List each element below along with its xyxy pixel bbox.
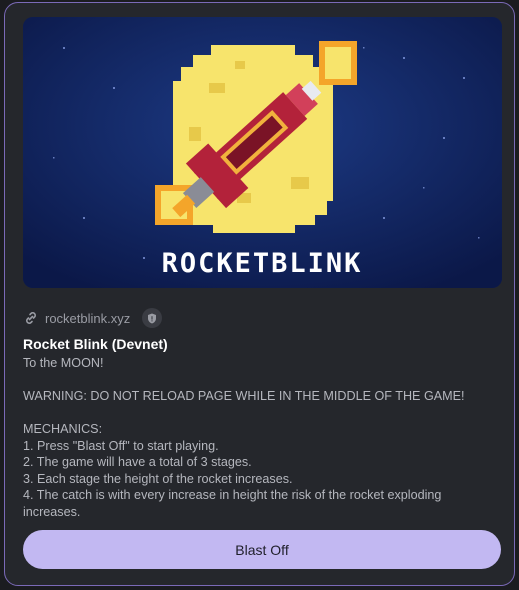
- link-row[interactable]: rocketblink.xyz: [23, 307, 163, 329]
- description-line: [23, 405, 493, 422]
- banner-wordmark: ROCKETBLINK: [162, 248, 363, 279]
- description-line: WARNING: DO NOT RELOAD PAGE WHILE IN THE…: [23, 389, 465, 403]
- blink-title: Rocket Blink (Devnet): [23, 336, 168, 352]
- link-icon: [23, 310, 39, 326]
- rocketblink-artwork: ROCKETBLINK: [23, 17, 502, 288]
- description-line: To the MOON!: [23, 356, 104, 370]
- description-line: 3. Each stage the height of the rocket i…: [23, 471, 293, 486]
- blast-off-button[interactable]: Blast Off: [23, 530, 501, 569]
- blink-card: ROCKETBLINK rocketblink.xyz Rocket Blink…: [4, 2, 515, 586]
- description-line: 1. Press "Blast Off" to start playing.: [23, 438, 219, 453]
- link-url[interactable]: rocketblink.xyz: [45, 311, 130, 326]
- description-line: 2. The game will have a total of 3 stage…: [23, 455, 252, 469]
- description-line: 4. The catch is with every increase in h…: [23, 488, 445, 519]
- banner-image: ROCKETBLINK: [23, 17, 502, 288]
- shield-icon[interactable]: [142, 308, 163, 328]
- description-line: MECHANICS:: [23, 422, 103, 436]
- blink-description: To the MOON! WARNING: DO NOT RELOAD PAGE…: [23, 355, 493, 520]
- description-line: [23, 372, 493, 389]
